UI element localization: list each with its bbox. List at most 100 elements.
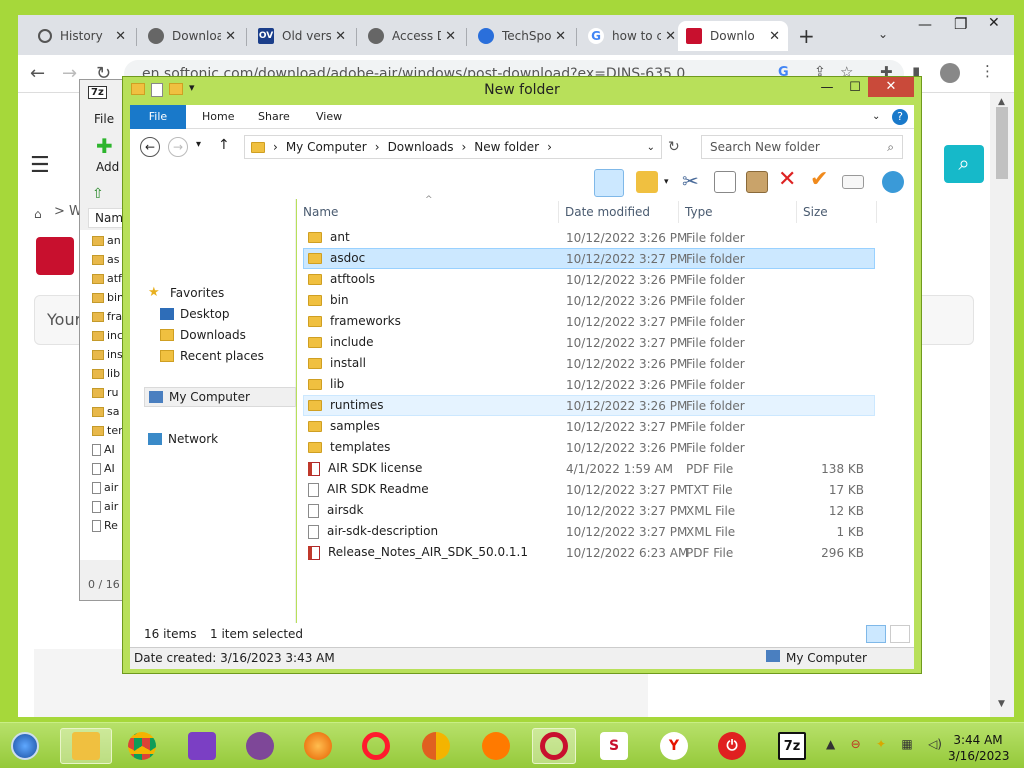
sevenzip-list-item[interactable]: as xyxy=(92,253,126,271)
taskbar-opera[interactable] xyxy=(354,728,398,764)
globe-icon[interactable] xyxy=(882,171,904,193)
column-size[interactable]: Size xyxy=(797,201,877,223)
taskbar-softonic[interactable]: S xyxy=(592,728,636,764)
sevenzip-list-item[interactable]: inc xyxy=(92,329,126,347)
sevenzip-list-item[interactable]: atf xyxy=(92,272,126,290)
sevenzip-list-item[interactable]: air xyxy=(92,500,126,518)
hamburger-menu-icon[interactable]: ☰ xyxy=(30,153,50,178)
menu-kebab-icon[interactable]: ⋮ xyxy=(980,62,995,80)
new-tab-button[interactable]: + xyxy=(798,24,815,48)
taskbar-yandex[interactable]: Y xyxy=(652,728,696,764)
nav-downloads[interactable]: Downloads xyxy=(160,325,246,345)
sevenzip-col-name[interactable]: Name xyxy=(88,208,126,228)
sevenzip-list-item[interactable]: ru xyxy=(92,386,126,404)
close-tab-icon[interactable]: ✕ xyxy=(555,29,566,44)
nav-favorites[interactable]: ★ Favorites xyxy=(148,283,224,303)
tray-shield-icon[interactable]: ✦ xyxy=(876,737,886,755)
close-tab-icon[interactable]: ✕ xyxy=(665,29,676,44)
taskbar-opera-gx[interactable] xyxy=(532,728,576,764)
file-row[interactable]: ant 10/12/2022 3:26 PM File folder xyxy=(303,227,875,248)
recent-locations-icon[interactable]: ▾ xyxy=(196,139,201,150)
profile-avatar[interactable] xyxy=(940,63,960,83)
ribbon-tab-view[interactable]: View xyxy=(302,105,356,129)
close-tab-icon[interactable]: ✕ xyxy=(225,29,236,44)
sevenzip-list-item[interactable]: AI xyxy=(92,462,126,480)
taskbar-tor-browser[interactable] xyxy=(238,728,282,764)
sevenzip-list-item[interactable]: an xyxy=(92,234,126,252)
page-scrollbar[interactable]: ▲ ▼ xyxy=(990,93,1014,717)
file-row[interactable]: AIR SDK Readme 10/12/2022 3:27 PM TXT File… xyxy=(303,479,875,500)
up-arrow-icon[interactable]: ↑ xyxy=(218,137,230,153)
crumb-separator[interactable]: › xyxy=(273,140,278,154)
ribbon-tab-share[interactable]: Share xyxy=(244,105,304,129)
taskbar-chrome-canary[interactable] xyxy=(414,728,458,764)
back-icon[interactable]: ← xyxy=(30,63,45,84)
file-row[interactable]: Release_Notes_AIR_SDK_50.0.1.1 10/12/2022… xyxy=(303,542,875,563)
file-row[interactable]: samples 10/12/2022 3:27 PM File folder xyxy=(303,416,875,437)
file-row[interactable]: bin 10/12/2022 3:26 PM File folder xyxy=(303,290,875,311)
sevenzip-menu-file[interactable]: File xyxy=(94,112,114,126)
sevenzip-list-item[interactable]: bin xyxy=(92,291,126,309)
tab-download-1[interactable]: Downloa ✕ xyxy=(140,21,244,51)
sevenzip-list-item[interactable]: AI xyxy=(92,443,126,461)
taskbar-7zip[interactable]: 7z xyxy=(770,728,814,764)
tab-google-search[interactable]: G how to c ✕ xyxy=(580,21,684,51)
taskbar-firefox[interactable] xyxy=(296,728,340,764)
breadcrumb-downloads[interactable]: Downloads xyxy=(388,140,454,154)
explorer-close-icon[interactable]: ✕ xyxy=(868,77,914,97)
breadcrumb-new-folder[interactable]: New folder xyxy=(474,140,539,154)
file-row[interactable]: asdoc 10/12/2022 3:27 PM File folder xyxy=(303,248,875,269)
crumb-separator[interactable]: › xyxy=(547,140,552,154)
close-tab-icon[interactable]: ✕ xyxy=(335,29,346,44)
ribbon-expand-icon[interactable]: ⌄ xyxy=(872,111,880,122)
ribbon-tab-file[interactable]: File xyxy=(130,105,186,129)
close-tab-icon[interactable]: ✕ xyxy=(769,29,780,44)
maximize-icon[interactable]: ❐ xyxy=(954,15,967,33)
tab-history[interactable]: History ✕ xyxy=(30,21,134,51)
file-row[interactable]: install 10/12/2022 3:26 PM File folder xyxy=(303,353,875,374)
column-date-modified[interactable]: Date modified xyxy=(559,201,679,223)
nav-recent-places[interactable]: Recent places xyxy=(160,346,264,366)
options-dropdown-icon[interactable]: ▾ xyxy=(664,177,669,187)
tray-app-icon[interactable]: ⊖ xyxy=(851,737,861,755)
file-row[interactable]: frameworks 10/12/2022 3:27 PM File folder xyxy=(303,311,875,332)
taskbar-chrome[interactable] xyxy=(120,728,164,764)
breadcrumb-my-computer[interactable]: My Computer xyxy=(286,140,367,154)
search-button[interactable]: ⌕ xyxy=(944,145,984,183)
sevenzip-list-item[interactable]: air xyxy=(92,481,126,499)
taskbar-uc-browser[interactable] xyxy=(474,728,518,764)
file-row[interactable]: atftools 10/12/2022 3:26 PM File folder xyxy=(303,269,875,290)
address-dropdown-icon[interactable]: ⌄ xyxy=(647,142,655,153)
up-folder-icon[interactable]: ⇧ xyxy=(92,186,104,202)
delete-icon[interactable]: ✕ xyxy=(778,167,796,192)
tray-volume-icon[interactable]: ◁) xyxy=(928,737,942,755)
back-arrow-icon[interactable]: ← xyxy=(140,137,160,157)
file-row[interactable]: lib 10/12/2022 3:26 PM File folder xyxy=(303,374,875,395)
copy-icon[interactable] xyxy=(714,171,736,193)
nav-network[interactable]: Network xyxy=(148,429,218,449)
details-view-icon[interactable] xyxy=(866,625,886,643)
search-input[interactable]: Search New folder ⌕ xyxy=(701,135,903,159)
properties-icon[interactable] xyxy=(842,175,864,189)
refresh-icon[interactable]: ↻ xyxy=(668,139,680,155)
nav-my-computer[interactable]: My Computer xyxy=(144,387,296,407)
file-row[interactable]: air-sdk-description 10/12/2022 3:27 PM XML… xyxy=(303,521,875,542)
sevenzip-list-item[interactable]: lib xyxy=(92,367,126,385)
sevenzip-list-item[interactable]: ter xyxy=(92,424,126,442)
taskbar-power-app[interactable]: ⏻ xyxy=(710,728,754,764)
crumb-separator[interactable]: › xyxy=(461,140,466,154)
close-tab-icon[interactable]: ✕ xyxy=(115,29,126,44)
help-icon[interactable]: ? xyxy=(892,109,908,125)
file-row[interactable]: runtimes 10/12/2022 3:26 PM File folder xyxy=(303,395,875,416)
scroll-thumb[interactable] xyxy=(996,107,1008,179)
sevenzip-list-item[interactable]: Re xyxy=(92,519,126,537)
close-tab-icon[interactable]: ✕ xyxy=(445,29,456,44)
sevenzip-add-button[interactable]: Add xyxy=(96,160,119,174)
rename-check-icon[interactable]: ✔ xyxy=(810,167,828,192)
minimize-icon[interactable]: — xyxy=(918,17,932,33)
taskbar-visual-studio[interactable] xyxy=(180,728,224,764)
preview-pane-icon[interactable] xyxy=(594,169,624,197)
paste-icon[interactable] xyxy=(746,171,768,193)
ribbon-tab-home[interactable]: Home xyxy=(188,105,248,129)
explorer-maximize-icon[interactable]: ☐ xyxy=(843,79,867,99)
